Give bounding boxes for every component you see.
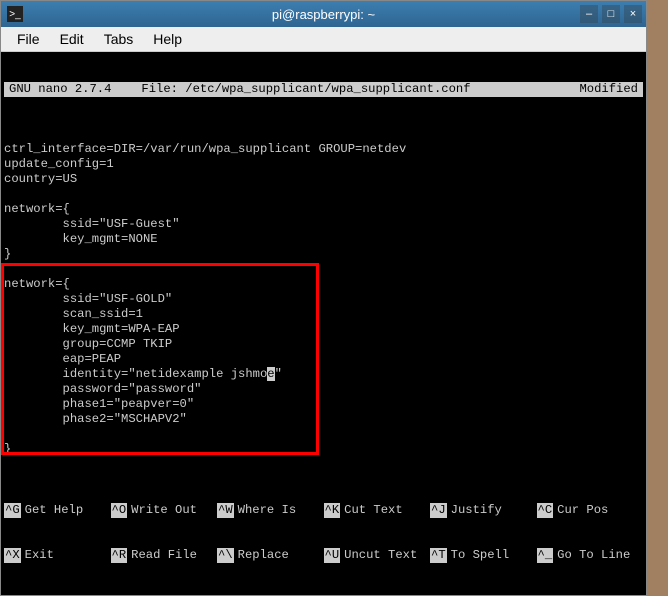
editor-line: country=US [4, 172, 77, 186]
editor-line: ctrl_interface=DIR=/var/run/wpa_supplica… [4, 142, 406, 156]
menu-tabs[interactable]: Tabs [94, 28, 144, 50]
shortcut-key: ^T [430, 548, 447, 563]
nano-app-name: GNU nano 2.7.4 [4, 82, 111, 97]
menubar: File Edit Tabs Help [1, 27, 646, 52]
shortcut-label: Replace [234, 548, 289, 563]
editor-line: ssid="USF-Guest" [4, 217, 180, 231]
footer-row: ^XExit^RRead File^\Replace^UUncut Text^T… [4, 548, 643, 563]
shortcut-label: Where Is [234, 503, 297, 518]
editor-line: } [4, 247, 11, 261]
editor-line: network={ [4, 277, 70, 291]
editor-line: key_mgmt=NONE [4, 232, 158, 246]
editor-line: password="password" [4, 382, 201, 396]
editor-line: group=CCMP TKIP [4, 337, 172, 351]
window-title: pi@raspberrypi: ~ [272, 7, 375, 22]
shortcut-key: ^_ [537, 548, 554, 563]
terminal-area[interactable]: GNU nano 2.7.4 File: /etc/wpa_supplicant… [1, 52, 646, 595]
shortcut-label: Get Help [21, 503, 84, 518]
nano-footer: ^GGet Help^OWrite Out^WWhere Is^KCut Tex… [4, 473, 643, 593]
shortcut-key: ^J [430, 503, 447, 518]
shortcut-label: Uncut Text [340, 548, 417, 563]
shortcut-label: Justify [447, 503, 502, 518]
shortcut-item: ^TTo Spell [430, 548, 537, 563]
editor-content[interactable]: ctrl_interface=DIR=/var/run/wpa_supplica… [4, 127, 643, 457]
shortcut-label: To Spell [447, 548, 510, 563]
shortcut-key: ^\ [217, 548, 234, 563]
shortcut-label: Cur Pos [553, 503, 608, 518]
shortcut-item: ^JJustify [430, 503, 537, 518]
menu-edit[interactable]: Edit [50, 28, 94, 50]
menu-help[interactable]: Help [143, 28, 192, 50]
shortcut-item: ^\Replace [217, 548, 324, 563]
terminal-window: >_ pi@raspberrypi: ~ – □ × File Edit Tab… [0, 0, 647, 596]
shortcut-item: ^RRead File [111, 548, 218, 563]
shortcut-key: ^O [111, 503, 128, 518]
shortcut-key: ^R [111, 548, 128, 563]
editor-line: eap=PEAP [4, 352, 121, 366]
editor-line: " [275, 367, 282, 381]
editor-line: key_mgmt=WPA-EAP [4, 322, 180, 336]
footer-row: ^GGet Help^OWrite Out^WWhere Is^KCut Tex… [4, 503, 643, 518]
shortcut-key: ^U [324, 548, 341, 563]
editor-line: update_config=1 [4, 157, 114, 171]
shortcut-key: ^W [217, 503, 234, 518]
editor-line: phase1="peapver=0" [4, 397, 194, 411]
shortcut-label: Cut Text [340, 503, 403, 518]
nano-header: GNU nano 2.7.4 File: /etc/wpa_supplicant… [4, 82, 643, 97]
titlebar: >_ pi@raspberrypi: ~ – □ × [1, 1, 646, 27]
editor-line: } [4, 442, 11, 456]
shortcut-label: Read File [127, 548, 197, 563]
nano-status: Modified [579, 82, 643, 97]
shortcut-item: ^OWrite Out [111, 503, 218, 518]
maximize-button[interactable]: □ [602, 5, 620, 23]
shortcut-label: Go To Line [553, 548, 630, 563]
shortcut-key: ^X [4, 548, 21, 563]
editor-line: ssid="USF-GOLD" [4, 292, 172, 306]
shortcut-item: ^WWhere Is [217, 503, 324, 518]
window-controls: – □ × [580, 5, 642, 23]
editor-line: phase2="MSCHAPV2" [4, 412, 187, 426]
shortcut-key: ^G [4, 503, 21, 518]
shortcut-item: ^_Go To Line [537, 548, 644, 563]
shortcut-key: ^K [324, 503, 341, 518]
app-icon: >_ [7, 6, 23, 22]
editor-line: network={ [4, 202, 70, 216]
shortcut-item: ^UUncut Text [324, 548, 431, 563]
shortcut-label: Write Out [127, 503, 197, 518]
shortcut-label: Exit [21, 548, 54, 563]
minimize-button[interactable]: – [580, 5, 598, 23]
editor-line: identity="netidexample jshmo [4, 367, 267, 381]
shortcut-item: ^GGet Help [4, 503, 111, 518]
shortcut-item: ^KCut Text [324, 503, 431, 518]
nano-file-path: File: /etc/wpa_supplicant/wpa_supplicant… [111, 82, 579, 97]
menu-file[interactable]: File [7, 28, 50, 50]
shortcut-key: ^C [537, 503, 554, 518]
shortcut-item: ^XExit [4, 548, 111, 563]
editor-line: scan_ssid=1 [4, 307, 143, 321]
shortcut-item: ^CCur Pos [537, 503, 644, 518]
close-button[interactable]: × [624, 5, 642, 23]
cursor: e [267, 367, 274, 381]
